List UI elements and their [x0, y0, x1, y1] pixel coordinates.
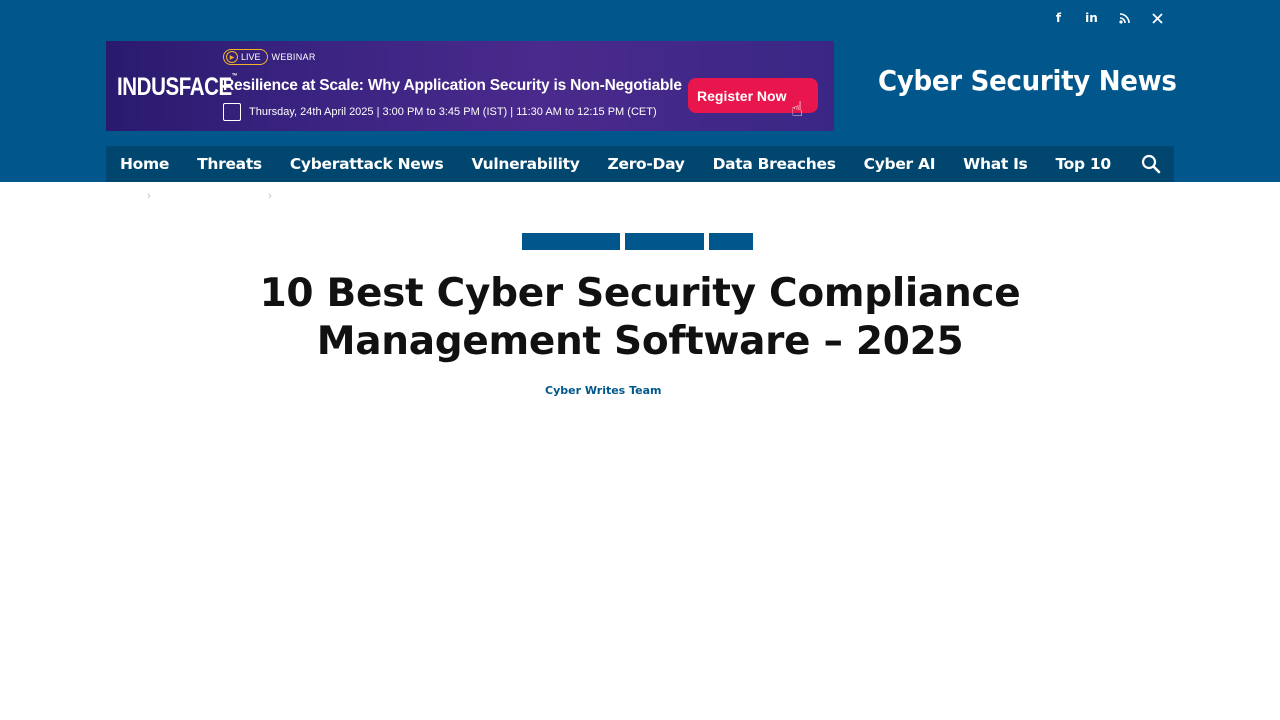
- site-header: f in INDUSFACE™ ▶ LIVE WEBINAR Resilienc…: [0, 0, 1280, 182]
- category-tag[interactable]: [522, 233, 620, 250]
- x-icon[interactable]: [1141, 8, 1174, 28]
- category-tag[interactable]: [625, 233, 704, 250]
- live-webinar-tag: ▶ LIVE WEBINAR: [223, 49, 316, 65]
- search-icon[interactable]: [1140, 153, 1162, 175]
- nav-item-top-10[interactable]: Top 10: [1041, 146, 1124, 182]
- webinar-ad-banner[interactable]: INDUSFACE™ ▶ LIVE WEBINAR Resilience at …: [106, 41, 834, 131]
- site-logo-title[interactable]: Cyber Security News: [878, 64, 1177, 97]
- x-icon-svg: [1152, 12, 1163, 24]
- play-icon: ▶: [226, 51, 238, 63]
- article-title-line: 10 Best Cyber Security Compliance: [259, 271, 1021, 316]
- facebook-icon[interactable]: f: [1042, 8, 1075, 28]
- breadcrumb-separator: ›: [268, 190, 272, 202]
- article-title-line: Management Software – 2025: [316, 319, 964, 364]
- banner-headline: Resilience at Scale: Why Application Sec…: [223, 77, 682, 94]
- search-icon-svg: [1141, 154, 1161, 174]
- linkedin-icon[interactable]: in: [1075, 8, 1108, 28]
- nav-item-data-breaches[interactable]: Data Breaches: [699, 146, 850, 182]
- nav-item-vulnerability[interactable]: Vulnerability: [457, 146, 593, 182]
- nav-item-zero-day[interactable]: Zero-Day: [594, 146, 699, 182]
- pointer-hand-icon: ☝: [791, 97, 804, 121]
- nav-item-what-is[interactable]: What Is: [949, 146, 1041, 182]
- indusface-logo: INDUSFACE™: [117, 72, 238, 101]
- main-navigation: Home Threats Cyberattack News Vulnerabil…: [106, 146, 1174, 182]
- nav-item-home[interactable]: Home: [106, 146, 183, 182]
- rss-icon-svg: [1119, 12, 1130, 24]
- article-title: 10 Best Cyber Security Compliance Manage…: [240, 270, 1040, 366]
- live-label: LIVE: [241, 52, 261, 62]
- category-tags: [522, 233, 753, 250]
- banner-date: Thursday, 24th April 2025 | 3:00 PM to 3…: [249, 106, 657, 118]
- calendar-icon: [223, 103, 241, 121]
- nav-item-cyberattack-news[interactable]: Cyberattack News: [276, 146, 458, 182]
- webinar-label: WEBINAR: [271, 52, 316, 62]
- nav-item-threats[interactable]: Threats: [183, 146, 276, 182]
- social-links: f in: [1042, 8, 1174, 28]
- rss-icon[interactable]: [1108, 8, 1141, 28]
- nav-item-cyber-ai[interactable]: Cyber AI: [850, 146, 950, 182]
- author-link[interactable]: Cyber Writes Team: [545, 384, 661, 397]
- breadcrumb-separator: ›: [147, 190, 151, 202]
- category-tag[interactable]: [709, 233, 753, 250]
